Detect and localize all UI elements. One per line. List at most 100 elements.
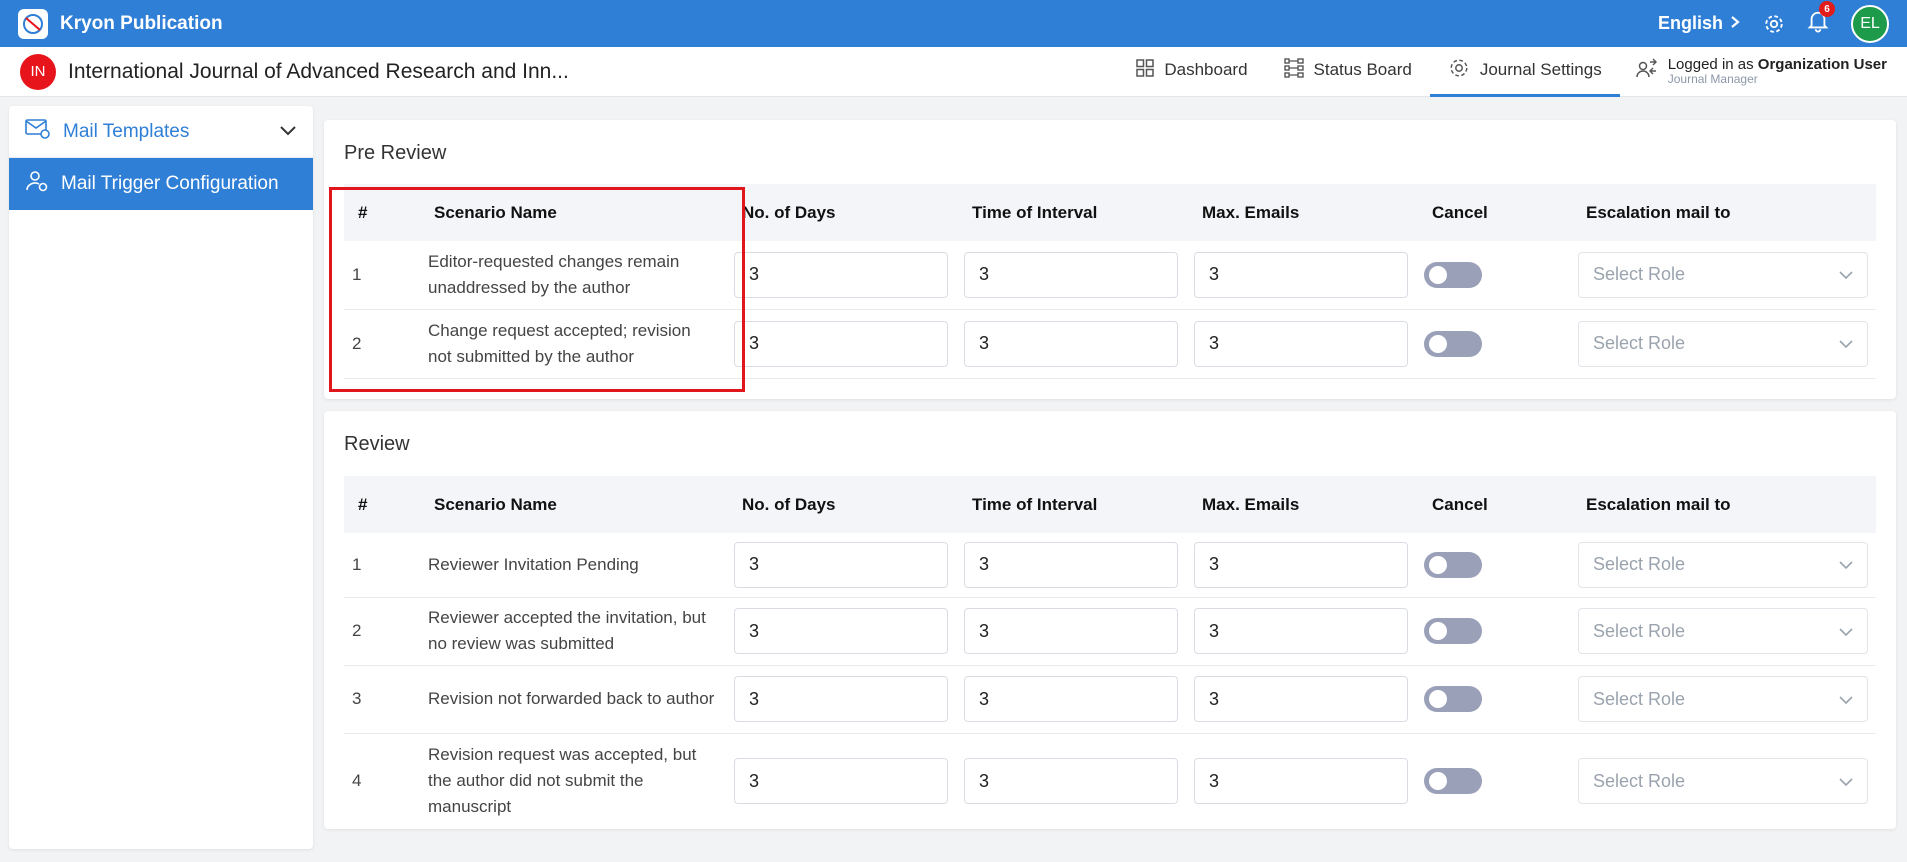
escalation-select-value: Select Role bbox=[1593, 554, 1686, 575]
chevron-down-icon bbox=[1839, 333, 1853, 354]
row-number: 3 bbox=[344, 665, 420, 734]
interval-input[interactable]: 3 bbox=[964, 676, 1178, 722]
table-row: 2 Reviewer accepted the invitation, but … bbox=[344, 597, 1876, 666]
max-emails-input[interactable]: 3 bbox=[1194, 608, 1408, 654]
max-emails-input[interactable]: 3 bbox=[1194, 251, 1408, 298]
chevron-down-icon[interactable] bbox=[279, 121, 297, 143]
sidebar-item-mail-trigger[interactable]: Mail Trigger Configuration bbox=[9, 158, 313, 210]
status-board-icon bbox=[1283, 57, 1304, 83]
max-emails-input[interactable]: 3 bbox=[1194, 676, 1408, 722]
pre-review-section: Pre Review # Scenario Name No. of Days T… bbox=[324, 120, 1896, 399]
interval-input[interactable]: 3 bbox=[964, 608, 1178, 654]
days-input[interactable]: 3 bbox=[734, 676, 948, 722]
days-input[interactable]: 3 bbox=[734, 320, 948, 367]
pre-review-title: Pre Review bbox=[344, 142, 447, 164]
interval-input[interactable]: 3 bbox=[964, 320, 1178, 367]
gear-icon[interactable] bbox=[1763, 13, 1785, 35]
table-row: 3 Revision not forwarded back to author … bbox=[344, 665, 1876, 734]
top-app-bar: Kryon Publication English 6 EL bbox=[0, 0, 1907, 47]
journal-header: IN International Journal of Advanced Res… bbox=[0, 47, 1907, 97]
nav-journal-settings-label: Journal Settings bbox=[1479, 60, 1602, 79]
table-row: 1 Editor-requested changes remain unaddr… bbox=[344, 241, 1876, 310]
cancel-toggle[interactable] bbox=[1424, 551, 1482, 578]
scenario-name: Editor-requested changes remain unaddres… bbox=[420, 241, 728, 310]
max-emails-input[interactable]: 3 bbox=[1194, 758, 1408, 804]
table-row: 1 Reviewer Invitation Pending 3 3 3 Sele… bbox=[344, 533, 1876, 598]
settings-cog-icon bbox=[1448, 57, 1470, 84]
user-avatar[interactable]: EL bbox=[1851, 4, 1889, 43]
nav-status-board-label: Status Board bbox=[1313, 60, 1412, 79]
row-number: 1 bbox=[344, 533, 420, 598]
col-escalation: Escalation mail to bbox=[1586, 494, 1731, 514]
escalation-select[interactable]: Select Role bbox=[1578, 758, 1868, 804]
sidebar-item-mail-trigger-label: Mail Trigger Configuration bbox=[61, 173, 279, 194]
escalation-select[interactable]: Select Role bbox=[1578, 251, 1868, 298]
app-logo-icon[interactable] bbox=[18, 8, 48, 39]
interval-input[interactable]: 3 bbox=[964, 758, 1178, 804]
logged-in-info[interactable]: Logged in as Organization User Journal M… bbox=[1620, 47, 1887, 97]
chevron-down-icon bbox=[1839, 554, 1853, 575]
journal-title: International Journal of Advanced Resear… bbox=[68, 59, 569, 83]
nav-dashboard-label: Dashboard bbox=[1164, 60, 1248, 79]
nav-journal-settings[interactable]: Journal Settings bbox=[1429, 47, 1620, 97]
escalation-select[interactable]: Select Role bbox=[1578, 320, 1868, 367]
cancel-toggle[interactable] bbox=[1424, 261, 1482, 288]
scenario-name: Reviewer accepted the invitation, but no… bbox=[420, 597, 728, 666]
escalation-select-value: Select Role bbox=[1593, 688, 1686, 709]
pre-review-table: # Scenario Name No. of Days Time of Inte… bbox=[344, 184, 1876, 379]
mail-settings-icon bbox=[25, 118, 51, 146]
language-label: English bbox=[1657, 13, 1723, 33]
col-cancel: Cancel bbox=[1432, 202, 1488, 222]
cancel-toggle[interactable] bbox=[1424, 768, 1482, 794]
cancel-toggle[interactable] bbox=[1424, 618, 1482, 644]
col-hash: # bbox=[358, 494, 368, 514]
grid-icon bbox=[1136, 58, 1155, 82]
col-cancel: Cancel bbox=[1432, 494, 1488, 514]
days-input[interactable]: 3 bbox=[734, 758, 948, 804]
col-hash: # bbox=[358, 202, 368, 222]
row-number: 2 bbox=[344, 309, 420, 379]
user-switch-icon bbox=[1634, 57, 1658, 86]
days-input[interactable]: 3 bbox=[734, 608, 948, 654]
col-interval: Time of Interval bbox=[972, 494, 1098, 514]
chevron-down-icon bbox=[1839, 621, 1853, 642]
cancel-toggle[interactable] bbox=[1424, 686, 1482, 712]
row-number: 2 bbox=[344, 597, 420, 666]
escalation-select-value: Select Role bbox=[1593, 620, 1686, 641]
interval-input[interactable]: 3 bbox=[964, 251, 1178, 298]
max-emails-input[interactable]: 3 bbox=[1194, 541, 1408, 588]
col-max-emails: Max. Emails bbox=[1202, 202, 1300, 222]
escalation-select-value: Select Role bbox=[1593, 333, 1686, 353]
cancel-toggle[interactable] bbox=[1424, 330, 1482, 357]
logged-in-prefix: Logged in as bbox=[1667, 55, 1754, 73]
escalation-select-value: Select Role bbox=[1593, 770, 1686, 791]
col-escalation: Escalation mail to bbox=[1586, 202, 1731, 222]
table-row: 2 Change request accepted; revision not … bbox=[344, 309, 1876, 379]
journal-avatar: IN bbox=[20, 53, 56, 90]
col-interval: Time of Interval bbox=[972, 202, 1098, 222]
row-number: 4 bbox=[344, 733, 420, 829]
interval-input[interactable]: 3 bbox=[964, 541, 1178, 588]
language-selector[interactable]: English bbox=[1658, 13, 1741, 34]
days-input[interactable]: 3 bbox=[734, 541, 948, 588]
scenario-name: Reviewer Invitation Pending bbox=[420, 533, 728, 598]
escalation-select[interactable]: Select Role bbox=[1578, 676, 1868, 722]
chevron-right-icon bbox=[1729, 13, 1741, 34]
chevron-down-icon bbox=[1839, 689, 1853, 710]
chevron-down-icon bbox=[1839, 771, 1853, 792]
nav-dashboard[interactable]: Dashboard bbox=[1118, 47, 1265, 97]
escalation-select[interactable]: Select Role bbox=[1578, 608, 1868, 654]
sidebar-item-mail-templates[interactable]: Mail Templates bbox=[9, 106, 313, 158]
user-config-icon bbox=[25, 169, 49, 199]
scenario-name: Change request accepted; revision not su… bbox=[420, 309, 728, 379]
escalation-select[interactable]: Select Role bbox=[1578, 541, 1868, 588]
notifications-button[interactable]: 6 bbox=[1807, 1, 1835, 38]
settings-sidebar: Mail Templates Mail Trigger Configuratio… bbox=[9, 106, 313, 849]
max-emails-input[interactable]: 3 bbox=[1194, 320, 1408, 367]
row-number: 1 bbox=[344, 241, 420, 310]
days-input[interactable]: 3 bbox=[734, 251, 948, 298]
table-header-row: # Scenario Name No. of Days Time of Inte… bbox=[344, 184, 1876, 241]
nav-status-board[interactable]: Status Board bbox=[1266, 47, 1430, 97]
scenario-name: Revision request was accepted, but the a… bbox=[420, 733, 728, 829]
col-days: No. of Days bbox=[742, 202, 836, 222]
